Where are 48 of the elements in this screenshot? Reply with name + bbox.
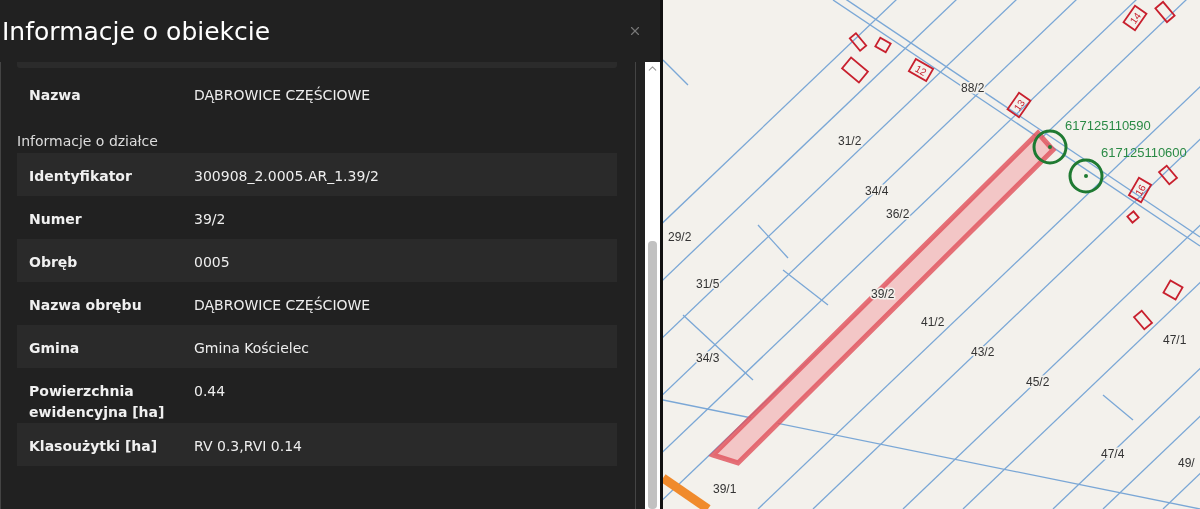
building-outline [1162,279,1184,301]
attribute-value: RV 0.3,RVI 0.14 [194,437,302,456]
attribute-label: Numer [29,210,83,229]
survey-point-marker [1032,129,1068,165]
building-outline: 16 [1127,176,1153,204]
close-icon[interactable] [628,24,642,38]
building-outline [1132,309,1154,331]
parcel-label: 29/2 [668,230,692,244]
attribute-label: Powierzchnia ewidencyjna [ha] [29,382,166,422]
parcel-label: 41/2 [921,315,945,329]
attribute-value: 0.44 [194,382,226,401]
panel-title: Informacje o obiekcie [2,16,271,46]
attribute-label: Identyfikator [29,167,133,186]
attribute-label: Nazwa [29,86,82,105]
parcel-label: 47/1 [1163,333,1187,347]
attribute-value: DĄBROWICE CZĘŚCIOWE [194,295,371,315]
building-outline [1157,164,1179,186]
attribute-label: Gmina [29,339,81,358]
parcel-label: 49/ [1178,456,1195,470]
scrollbar[interactable] [645,62,660,509]
parcel-label: 36/2 [886,207,910,221]
section-heading: Informacje o działce [17,132,159,151]
attribute-value: Gmina Kościelec [194,339,310,358]
parcel-label: 47/4 [1101,447,1125,461]
building-outline: 14 [1122,4,1148,32]
attribute-value: 300908_2.0005.AR_1.39/2 [194,167,379,186]
attribute-label: Obręb [29,253,79,272]
building-outline [1154,0,1176,24]
building-outline [848,32,868,52]
point-label: 617125110600 [1101,145,1187,160]
attribute-value: 39/2 [194,210,226,229]
parcel-label: 39/2 [871,287,895,301]
scroll-thumb[interactable] [648,241,657,509]
building-outline [874,36,892,54]
power-line-drawing [663,474,711,509]
attribute-value: 0005 [194,253,230,272]
parcel-label: 31/5 [696,277,720,291]
point-label: 617125110590 [1065,118,1151,133]
attribute-label: Nazwa obrębu [29,296,143,315]
building-outline: 12 [907,57,935,83]
building-outline [840,56,870,84]
attribute-label: Klasoużytki [ha] [29,437,159,456]
parcel-label: 31/2 [838,134,862,148]
survey-point-marker [1068,158,1104,194]
parcel-label: 39/1 [713,482,737,496]
building-outline: 13 [1006,91,1032,119]
building-outline [1126,210,1140,224]
attribute-value: DĄBROWICE CZĘŚCIOWE [194,85,371,105]
